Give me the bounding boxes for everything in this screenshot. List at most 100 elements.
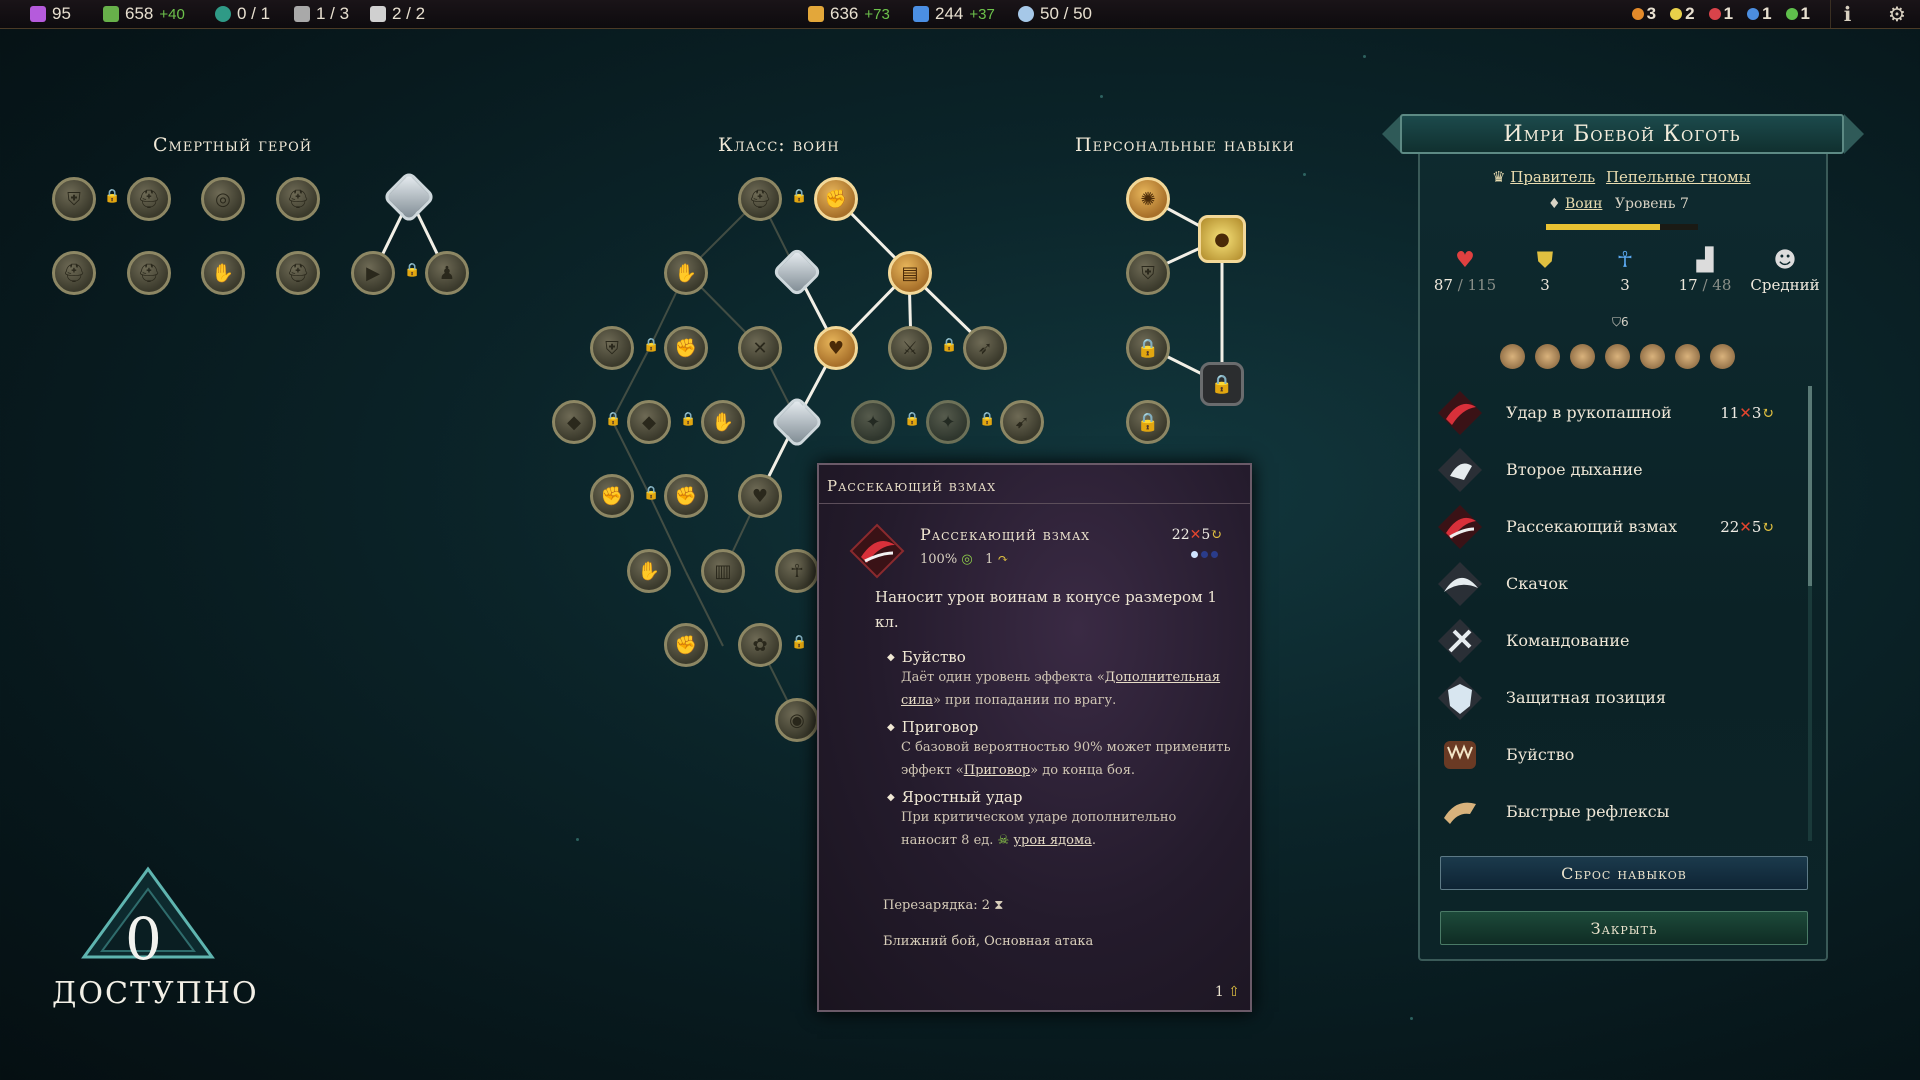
tooltip-cooldown: Перезарядка: 2 ⧗: [883, 898, 1003, 913]
skill-damage-value: 11: [1720, 403, 1740, 422]
scrollbar-thumb[interactable]: [1808, 386, 1812, 586]
damage-icon: ✕: [1189, 527, 1202, 543]
trait-icon[interactable]: [1500, 344, 1525, 369]
hero-race-link[interactable]: Пепельные гномы: [1606, 168, 1751, 186]
hero-class-link[interactable]: Воин: [1565, 196, 1602, 212]
class-skill-node[interactable]: ◆: [627, 400, 671, 444]
effect-link[interactable]: Приговор: [964, 763, 1030, 778]
stat-movement[interactable]: ▟ 17 / 48: [1670, 248, 1740, 294]
personal-skill-node-locked[interactable]: 🔒: [1126, 326, 1170, 370]
poison-icon: ☠: [997, 833, 1010, 848]
personal-skill-node-learned[interactable]: ✺: [1126, 177, 1170, 221]
effect-text: При критическом ударе дополнительно нано…: [889, 806, 1234, 852]
skill-row[interactable]: Удар в рукопашной 11✕3↻: [1436, 384, 1806, 441]
reset-skills-button[interactable]: Сброс навыков: [1440, 856, 1808, 890]
movement-max: / 48: [1702, 276, 1732, 294]
class-skill-node[interactable]: ✋: [627, 549, 671, 593]
class-skill-node[interactable]: ✿: [738, 623, 782, 667]
trait-icon[interactable]: [1570, 344, 1595, 369]
tooltip-header: Рассекающий взмах: [827, 477, 997, 495]
skill-row[interactable]: Защитная позиция: [1436, 669, 1806, 726]
class-skill-node[interactable]: ✊: [664, 326, 708, 370]
mortal-skill-node[interactable]: ▶: [351, 251, 395, 295]
class-skill-node[interactable]: ⛑: [738, 177, 782, 221]
class-skill-node[interactable]: ✊: [664, 623, 708, 667]
armor-icon: ⛉: [1612, 315, 1622, 329]
class-skill-node[interactable]: ✊: [664, 474, 708, 518]
skill-row[interactable]: Командование: [1436, 612, 1806, 669]
next-hero-arrow-icon[interactable]: [1844, 114, 1864, 154]
movement-value: 17: [1678, 276, 1698, 294]
skill-name: Защитная позиция: [1506, 688, 1667, 707]
class-skill-node[interactable]: ⛨: [590, 326, 634, 370]
trait-icon[interactable]: [1605, 344, 1630, 369]
personal-skill-node-locked[interactable]: 🔒: [1200, 362, 1244, 406]
trait-icon[interactable]: [1535, 344, 1560, 369]
range-icon: ↷: [997, 552, 1009, 567]
mortal-skill-node[interactable]: ⛑: [127, 177, 171, 221]
class-skill-node[interactable]: ♥: [738, 474, 782, 518]
class-skill-node-learned[interactable]: ♥: [814, 326, 858, 370]
stat-morale[interactable]: ☻ Средний: [1750, 248, 1820, 294]
class-skill-node[interactable]: ☥: [775, 549, 819, 593]
skill-row[interactable]: Быстрые рефлексы: [1436, 783, 1806, 840]
effect-link[interactable]: урон ядома: [1013, 833, 1092, 848]
stat-health[interactable]: ♥ 87 / 115: [1430, 248, 1500, 294]
mortal-skill-node[interactable]: ⛑: [127, 251, 171, 295]
class-skill-node[interactable]: ✋: [664, 251, 708, 295]
class-icon: ♦: [1548, 196, 1561, 212]
class-skill-node[interactable]: ✊: [590, 474, 634, 518]
personal-skill-node-learned[interactable]: ●: [1198, 215, 1246, 263]
quick-reflexes-icon: [1444, 802, 1476, 824]
skill-list-scrollbar[interactable]: [1808, 386, 1812, 841]
mortal-skill-node[interactable]: ⛑: [276, 177, 320, 221]
previous-hero-arrow-icon[interactable]: [1382, 114, 1402, 154]
class-skill-node[interactable]: ➹: [1000, 400, 1044, 444]
class-skill-node[interactable]: ◉: [775, 698, 819, 742]
stat-resistance[interactable]: ☥ 3: [1590, 248, 1660, 294]
class-skill-node[interactable]: ➶: [963, 326, 1007, 370]
tooltip-description: Наносит урон воинам в конусе размером 1 …: [875, 588, 1217, 631]
skill-row[interactable]: Второе дыхание: [1436, 441, 1806, 498]
class-skill-node[interactable]: ✕: [738, 326, 782, 370]
class-skill-node[interactable]: ✦: [851, 400, 895, 444]
effect-text-part: » при попадании по врагу.: [932, 693, 1117, 708]
mortal-skill-node[interactable]: ⛑: [52, 251, 96, 295]
skill-tooltip: Рассекающий взмах Рассекающий взмах 22✕5…: [817, 463, 1252, 1012]
class-skill-node[interactable]: ⚔: [888, 326, 932, 370]
hero-role-link[interactable]: Правитель: [1510, 168, 1595, 186]
mortal-skill-node[interactable]: ✋: [201, 251, 245, 295]
lock-icon: 🔒: [404, 263, 421, 278]
personal-skill-node[interactable]: ⛨: [1126, 251, 1170, 295]
trait-icon[interactable]: [1710, 344, 1735, 369]
trait-icon[interactable]: [1675, 344, 1700, 369]
tooltip-divider: [819, 503, 1250, 504]
class-skill-node[interactable]: ▥: [701, 549, 745, 593]
skill-point-icon: ⇧: [1228, 984, 1240, 1000]
retaliation-icon: ↻: [1761, 517, 1774, 536]
class-skill-node-learned[interactable]: ▤: [888, 251, 932, 295]
mortal-skill-node[interactable]: ⛑: [276, 251, 320, 295]
close-button[interactable]: Закрыть: [1440, 911, 1808, 945]
health-value: 87: [1433, 276, 1453, 294]
skill-row[interactable]: Скачок: [1436, 555, 1806, 612]
mortal-skill-node[interactable]: ⛨: [52, 177, 96, 221]
hourglass-icon: ⧗: [994, 898, 1004, 913]
accuracy-value: 100%: [920, 552, 958, 567]
skill-row[interactable]: Буйство: [1436, 726, 1806, 783]
damage-value: 22: [1171, 527, 1190, 543]
mortal-skill-node[interactable]: ♟: [425, 251, 469, 295]
retaliation-icon: ↻: [1210, 527, 1222, 543]
class-skill-node[interactable]: ✋: [701, 400, 745, 444]
skill-name: Рассекающий взмах: [1506, 517, 1678, 536]
class-skill-node-learned[interactable]: ✊: [814, 177, 858, 221]
personal-skill-node-locked[interactable]: 🔒: [1126, 400, 1170, 444]
retaliation-icon: ↻: [1761, 403, 1774, 422]
mortal-skill-node[interactable]: ◎: [201, 177, 245, 221]
stat-defense[interactable]: ⛊ 3: [1510, 248, 1580, 294]
class-skill-node[interactable]: ✦: [926, 400, 970, 444]
skill-row[interactable]: Рассекающий взмах 22✕5↻: [1436, 498, 1806, 555]
trait-icon[interactable]: [1640, 344, 1665, 369]
class-skill-node[interactable]: ◆: [552, 400, 596, 444]
lock-icon: 🔒: [605, 412, 622, 427]
